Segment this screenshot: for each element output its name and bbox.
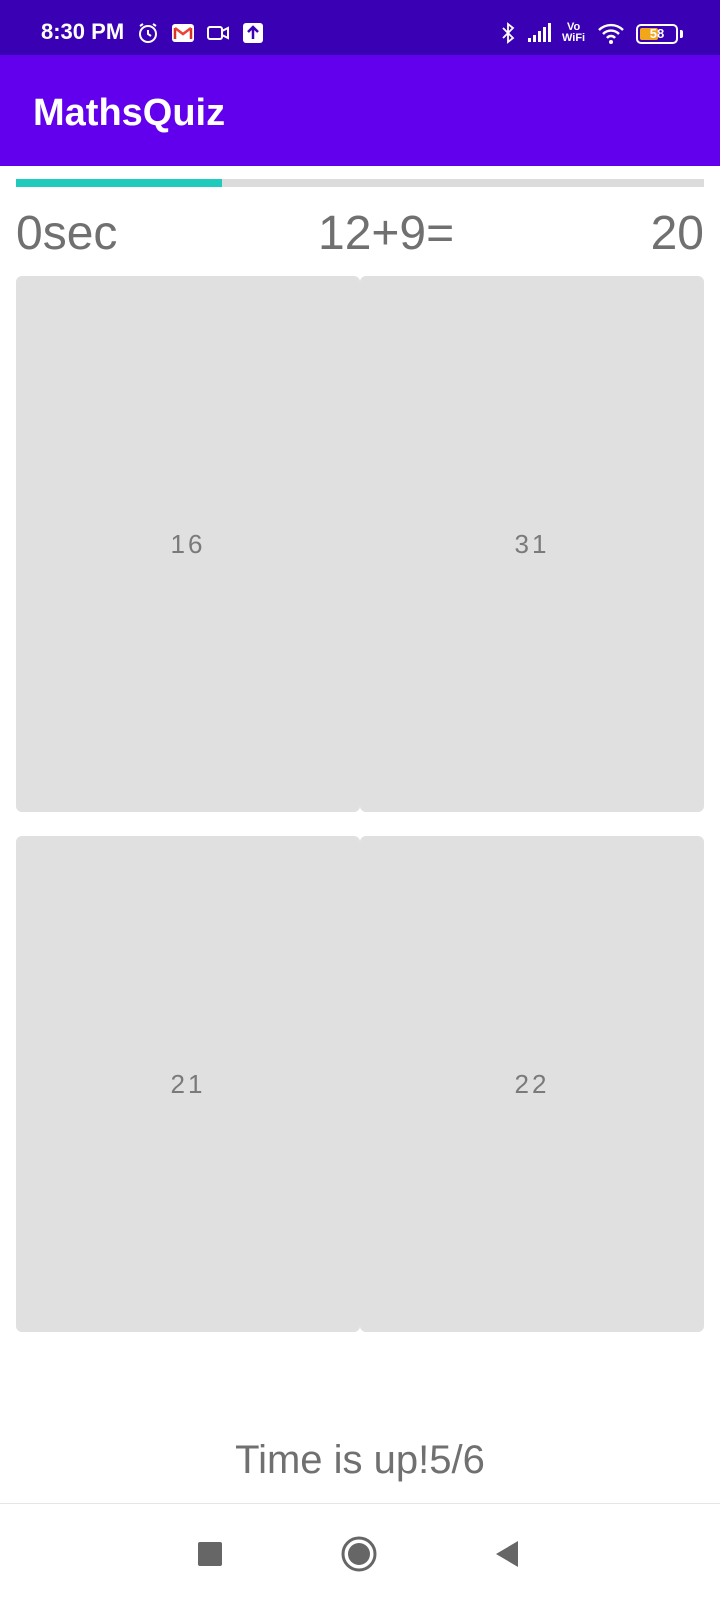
gmail-icon — [171, 21, 195, 45]
status-time: 8:30 PM — [41, 19, 125, 44]
timer-text: 0sec — [16, 207, 118, 260]
navigation-bar — [0, 1503, 720, 1600]
video-camera-icon — [206, 21, 230, 45]
wifi-icon — [596, 21, 626, 45]
status-bar: 8:30 PM Vo WiFi 58 — [0, 0, 720, 55]
app-bar: MathsQuiz — [0, 55, 720, 166]
alarm-icon — [136, 21, 160, 45]
home-icon[interactable] — [339, 1534, 379, 1574]
vowifi-bottom-label: WiFi — [562, 32, 586, 44]
answer-button-1[interactable]: 16 — [16, 276, 360, 812]
quiz-progress-bar — [16, 179, 704, 187]
back-icon[interactable] — [488, 1534, 528, 1574]
score-text: 20 — [650, 207, 704, 260]
signal-icon — [526, 21, 554, 45]
upload-icon — [241, 21, 265, 45]
vowifi-icon: Vo WiFi — [562, 22, 585, 44]
answer-button-3[interactable]: 21 — [16, 836, 360, 1332]
quiz-progress-fill — [16, 179, 223, 187]
recent-apps-icon[interactable] — [190, 1534, 230, 1574]
question-text: 12+9= — [318, 207, 455, 260]
answer-button-4[interactable]: 22 — [360, 836, 704, 1332]
app-title: MathsQuiz — [33, 92, 226, 134]
battery-icon: 58 — [636, 24, 678, 44]
battery-level: 58 — [649, 26, 665, 41]
battery-tip — [680, 30, 683, 38]
answer-button-2[interactable]: 31 — [360, 276, 704, 812]
bluetooth-icon — [496, 21, 520, 45]
result-text: Time is up!5/6 — [235, 1438, 485, 1482]
